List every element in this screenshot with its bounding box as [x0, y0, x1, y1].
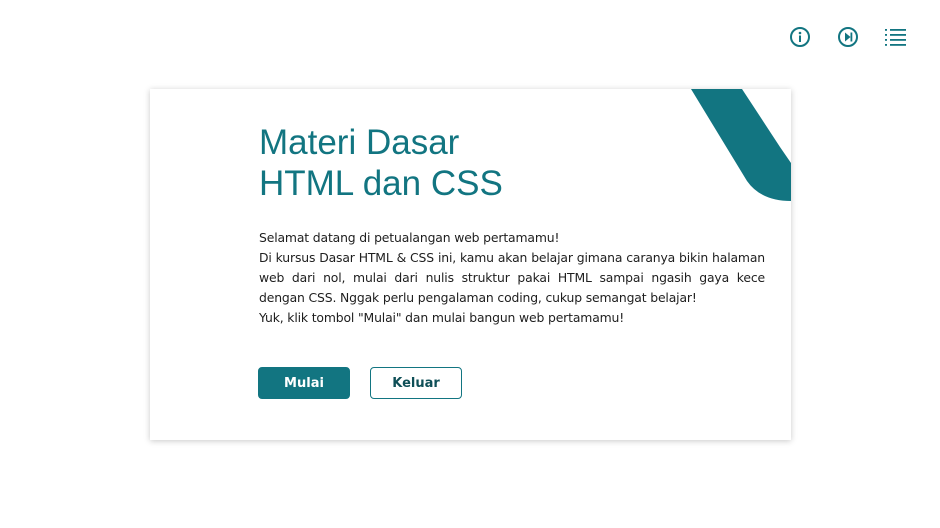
card-actions: Mulai Keluar: [258, 367, 462, 399]
start-button[interactable]: Mulai: [258, 367, 350, 399]
skip-forward-icon: [838, 27, 858, 47]
menu-button[interactable]: [884, 24, 908, 50]
skip-forward-button[interactable]: [836, 24, 860, 50]
title-line-2: HTML dan CSS: [259, 164, 503, 203]
info-icon: [790, 27, 810, 47]
description-text: Di kursus Dasar HTML & CSS ini, kamu aka…: [259, 250, 765, 305]
call-to-action-text: Yuk, klik tombol "Mulai" dan mulai bangu…: [259, 310, 625, 325]
info-button[interactable]: [788, 24, 812, 50]
menu-list-icon: [885, 29, 906, 46]
greeting-text: Selamat datang di petualangan web pertam…: [259, 230, 560, 245]
page-title: Materi Dasar HTML dan CSS: [259, 122, 503, 204]
course-description: Selamat datang di petualangan web pertam…: [259, 228, 765, 328]
corner-decoration: [691, 89, 791, 201]
title-line-1: Materi Dasar: [259, 123, 460, 162]
top-toolbar: [788, 24, 908, 50]
intro-card: Materi Dasar HTML dan CSS Selamat datang…: [150, 89, 791, 440]
exit-button[interactable]: Keluar: [370, 367, 462, 399]
